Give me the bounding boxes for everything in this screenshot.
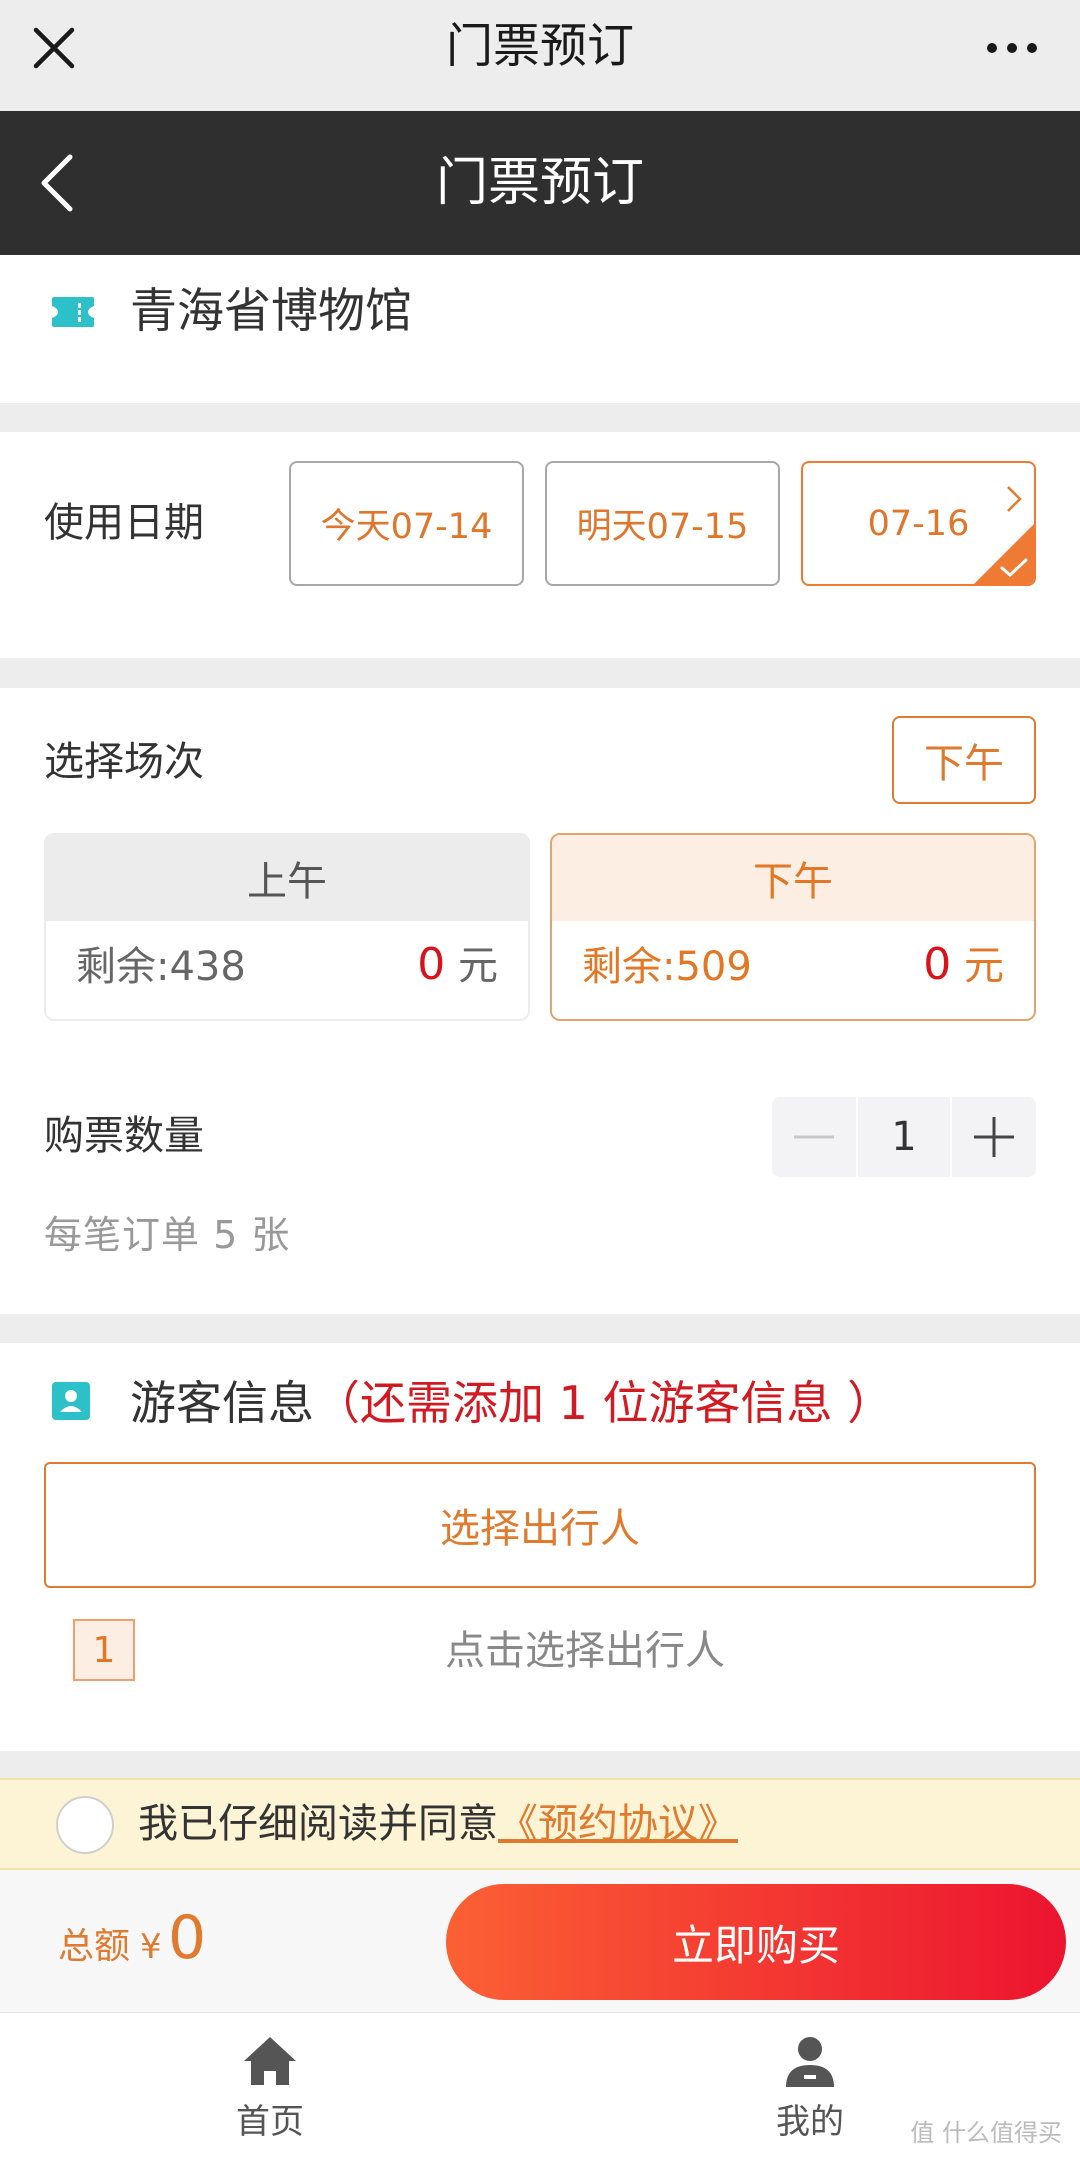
increment-button[interactable] <box>952 1097 1036 1177</box>
quantity-value[interactable]: 1 <box>858 1097 950 1177</box>
purchase-bar: 总额 ¥ 0 立即购买 <box>0 1870 1080 2012</box>
agreement-checkbox[interactable] <box>56 1796 114 1854</box>
total-label: 总额 <box>58 1926 131 1967</box>
quantity-limit-note: 每笔订单 5 张 <box>44 1213 291 1257</box>
date-option-tomorrow[interactable]: 明天07-15 <box>545 461 780 586</box>
agreement-bar: 我已仔细阅读并同意《预约协议》 <box>0 1778 1080 1870</box>
guest-warning: （还需添加 1 位游客信息 ） <box>314 1376 894 1430</box>
session-price: 0 元 <box>923 939 1004 990</box>
user-icon <box>786 2037 834 2087</box>
tab-label: 我的 <box>776 2102 844 2142</box>
session-option-afternoon[interactable]: 下午 剩余:509 0 元 <box>550 833 1036 1021</box>
session-price: 0 元 <box>417 939 498 990</box>
museum-card: 青海省博物馆 <box>0 255 1080 403</box>
total-amount: 0 <box>168 1903 207 1973</box>
select-traveler-button[interactable]: 选择出行人 <box>44 1462 1036 1588</box>
decrement-button[interactable] <box>772 1097 856 1177</box>
session-remaining: 剩余:509 <box>582 944 752 990</box>
date-card: 使用日期 今天07-14 明天07-15 07-16 <box>0 432 1080 658</box>
session-selected-tag: 下午 <box>892 716 1036 804</box>
tab-home[interactable]: 首页 <box>170 2013 370 2159</box>
minus-icon <box>794 1135 834 1139</box>
check-icon <box>974 524 1034 584</box>
home-icon <box>244 2037 296 2085</box>
watermark: 值 什么值得买 <box>910 2119 1062 2147</box>
date-option-label: 明天07-15 <box>576 507 749 547</box>
contact-card-icon <box>52 1382 90 1420</box>
page-title: 门票预订 <box>435 153 644 213</box>
quantity-label: 购票数量 <box>44 1113 204 1159</box>
date-option-selected[interactable]: 07-16 <box>801 461 1036 586</box>
buy-now-button[interactable]: 立即购买 <box>446 1884 1066 2000</box>
quantity-stepper: 1 <box>772 1097 1036 1177</box>
agreement-text: 我已仔细阅读并同意《预约协议》 <box>138 1801 738 1847</box>
session-name: 下午 <box>552 835 1034 921</box>
plus-icon <box>974 1117 1014 1157</box>
session-card: 选择场次 下午 上午 剩余:438 0 元 下午 剩余:509 0 元 购票数量… <box>0 688 1080 1314</box>
tab-label: 首页 <box>236 2102 304 2142</box>
agreement-link[interactable]: 《预约协议》 <box>498 1801 738 1847</box>
chevron-right-icon <box>1007 486 1022 512</box>
date-option-label: 07-16 <box>867 503 970 544</box>
page-header: 门票预订 <box>0 111 1080 255</box>
date-option-today[interactable]: 今天07-14 <box>289 461 524 586</box>
more-icon[interactable] <box>984 30 1040 66</box>
date-option-label: 今天07-14 <box>320 507 493 547</box>
wechat-top-bar: 门票预订 <box>0 0 1080 111</box>
date-label: 使用日期 <box>44 500 204 546</box>
museum-name: 青海省博物馆 <box>130 284 412 339</box>
session-name: 上午 <box>46 835 528 921</box>
select-traveler-hint[interactable]: 点击选择出行人 <box>0 1623 1080 1679</box>
session-option-morning[interactable]: 上午 剩余:438 0 元 <box>44 833 530 1021</box>
guest-section-title: 游客信息（还需添加 1 位游客信息 ） <box>130 1376 894 1430</box>
tab-mine[interactable]: 我的 <box>710 2013 910 2159</box>
currency-symbol: ¥ <box>140 1927 162 1967</box>
wechat-title: 门票预订 <box>446 19 634 74</box>
guest-card: 游客信息（还需添加 1 位游客信息 ） 选择出行人 1 点击选择出行人 <box>0 1343 1080 1751</box>
session-remaining: 剩余:438 <box>76 944 246 990</box>
ticket-icon <box>52 297 94 327</box>
session-label: 选择场次 <box>44 739 204 785</box>
